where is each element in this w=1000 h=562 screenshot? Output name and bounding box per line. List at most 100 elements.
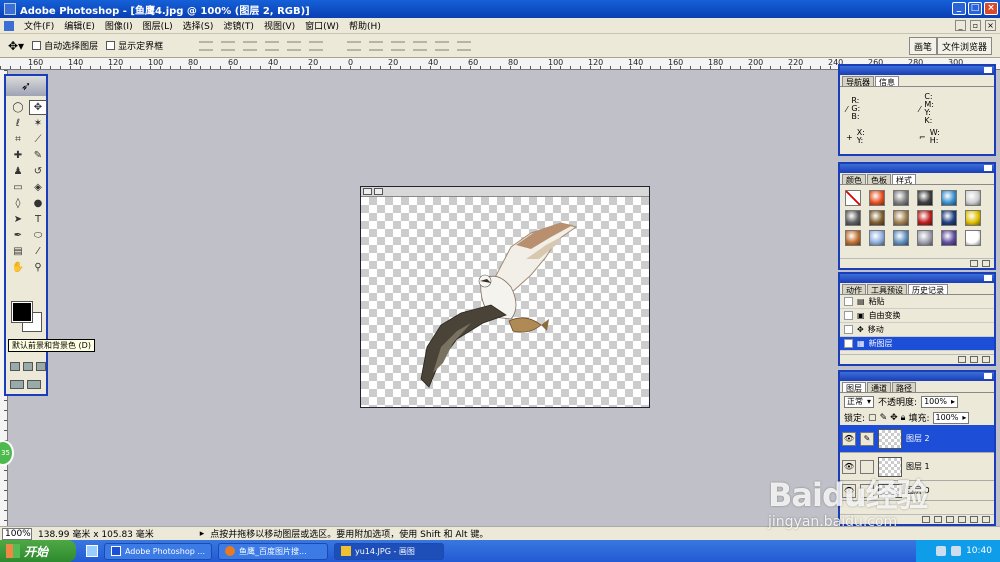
crop-tool-icon[interactable]: ⌗ — [9, 132, 27, 147]
taskbar-photoshop[interactable]: Adobe Photoshop ... — [104, 542, 212, 560]
doc-maximize-icon[interactable] — [374, 188, 383, 195]
quick-launch-icon[interactable] — [86, 545, 98, 557]
document-menu-icon[interactable] — [4, 20, 14, 31]
align-top-icon[interactable] — [199, 40, 214, 51]
standard-mode-icon[interactable] — [10, 362, 20, 371]
menu-view[interactable]: 视图(V) — [264, 19, 295, 32]
show-bounds-checkbox[interactable]: 显示定界框 — [106, 39, 163, 52]
paint-bucket-tool-icon[interactable]: ◈ — [29, 180, 47, 195]
palette-well-brushes[interactable]: 画笔 — [908, 37, 937, 55]
history-brush-tool-icon[interactable]: ↺ — [29, 164, 47, 179]
distribute-middle-icon[interactable] — [369, 40, 384, 51]
clone-stamp-tool-icon[interactable]: ♟ — [9, 164, 27, 179]
style-swatch[interactable] — [941, 190, 957, 206]
style-swatch[interactable] — [845, 210, 861, 226]
tab-navigator[interactable]: 导航器 — [842, 76, 874, 87]
style-swatch[interactable] — [941, 230, 957, 246]
style-swatch[interactable] — [869, 230, 885, 246]
delete-layer-icon[interactable] — [982, 516, 990, 523]
style-swatch[interactable] — [965, 190, 981, 206]
dodge-tool-icon[interactable]: ● — [29, 196, 47, 211]
style-swatch[interactable] — [941, 210, 957, 226]
eraser-tool-icon[interactable]: ▭ — [9, 180, 27, 195]
close-button[interactable]: × — [984, 2, 998, 15]
maximize-button[interactable]: □ — [968, 2, 982, 15]
snapshot-checkbox[interactable] — [844, 339, 853, 348]
palette-well-file-browser[interactable]: 文件浏览器 — [936, 37, 992, 55]
align-center-icon[interactable] — [287, 40, 302, 51]
style-swatch[interactable] — [965, 210, 981, 226]
pen-tool-icon[interactable]: ✒ — [9, 228, 27, 243]
style-swatch[interactable] — [917, 210, 933, 226]
panel-close-icon[interactable] — [984, 275, 992, 281]
tab-tool-presets[interactable]: 工具预设 — [867, 284, 907, 295]
menu-filter[interactable]: 滤镜(T) — [223, 19, 254, 32]
status-arrow-icon[interactable]: ▸ — [200, 529, 205, 539]
history-item[interactable]: ✥ 移动 — [840, 323, 994, 337]
snapshot-checkbox[interactable] — [844, 311, 853, 320]
image-canvas[interactable] — [361, 197, 649, 407]
screen-mode-icon[interactable] — [36, 362, 46, 371]
new-snapshot-icon[interactable] — [970, 356, 978, 363]
lock-all-icon[interactable]: 🔒︎ — [901, 413, 906, 423]
notes-tool-icon[interactable]: ▤ — [9, 244, 27, 259]
style-swatch[interactable] — [893, 230, 909, 246]
panel-close-icon[interactable] — [984, 373, 992, 379]
doc-close-button[interactable]: × — [985, 20, 996, 31]
panel-titlebar[interactable] — [840, 66, 994, 75]
hand-tool-icon[interactable]: ✋ — [9, 260, 27, 275]
tab-paths[interactable]: 路径 — [892, 382, 916, 393]
eye-icon[interactable]: 👁︎ — [842, 431, 856, 446]
shape-tool-icon[interactable]: ⬭ — [29, 228, 47, 243]
menu-edit[interactable]: 编辑(E) — [64, 19, 95, 32]
history-item-selected[interactable]: ▦ 新图层 — [840, 337, 994, 351]
marquee-tool-icon[interactable]: ◯ — [9, 100, 27, 115]
eyedropper-tool-icon[interactable]: ⁄ — [29, 244, 47, 259]
taskbar-browser[interactable]: 鱼鹰_百度图片搜... — [218, 542, 328, 560]
lock-pixels-icon[interactable]: ✎ — [880, 413, 888, 423]
lock-transparency-icon[interactable]: ▢ — [868, 413, 877, 423]
opacity-field[interactable]: 100% ▸ — [921, 395, 958, 408]
new-set-icon[interactable] — [946, 516, 954, 523]
panel-close-icon[interactable] — [984, 165, 992, 171]
path-selection-tool-icon[interactable]: ➤ — [9, 212, 27, 227]
adobe-online-icon[interactable]: ➶ — [21, 79, 31, 93]
distribute-center-icon[interactable] — [435, 40, 450, 51]
snapshot-checkbox[interactable] — [844, 325, 853, 334]
minimize-button[interactable]: _ — [952, 2, 966, 15]
tab-actions[interactable]: 动作 — [842, 284, 866, 295]
magic-wand-tool-icon[interactable]: ✶ — [29, 116, 47, 131]
history-item[interactable]: ▣ 自由变换 — [840, 309, 994, 323]
network-icon[interactable] — [936, 546, 947, 556]
panel-titlebar[interactable] — [840, 274, 994, 283]
style-swatch[interactable] — [965, 230, 981, 246]
panel-titlebar[interactable] — [840, 372, 994, 381]
blend-mode-select[interactable]: 正常 ▾ — [844, 395, 875, 408]
foreground-color-swatch[interactable] — [11, 301, 33, 323]
distribute-bottom-icon[interactable] — [391, 40, 406, 51]
style-swatch[interactable] — [893, 190, 909, 206]
jump-to-imageready-icon[interactable] — [27, 380, 41, 389]
auto-select-layer-checkbox[interactable]: 自动选择图层 — [32, 39, 98, 52]
distribute-right-icon[interactable] — [457, 40, 472, 51]
menu-layer[interactable]: 图层(L) — [143, 19, 173, 32]
align-middle-icon[interactable] — [221, 40, 236, 51]
menu-help[interactable]: 帮助(H) — [349, 19, 381, 32]
healing-brush-tool-icon[interactable]: ✚ — [9, 148, 27, 163]
history-item[interactable]: ▤ 粘贴 — [840, 295, 994, 309]
brush-tool-icon[interactable]: ✎ — [29, 148, 47, 163]
style-swatch[interactable] — [917, 190, 933, 206]
layer-mask-icon[interactable] — [934, 516, 942, 523]
volume-icon[interactable] — [951, 546, 962, 556]
new-style-icon[interactable] — [970, 260, 978, 267]
style-swatch[interactable] — [893, 210, 909, 226]
start-button[interactable]: 开始 — [0, 540, 76, 562]
taskbar-paint[interactable]: yu14.JPG - 画图 — [334, 542, 444, 560]
style-swatch[interactable] — [845, 230, 861, 246]
doc-restore-button[interactable]: ▫ — [970, 20, 981, 31]
layer-name[interactable]: 图层 2 — [906, 433, 930, 444]
zoom-field[interactable]: 100% — [2, 527, 32, 540]
tab-history[interactable]: 历史记录 — [908, 284, 948, 295]
style-swatch[interactable] — [917, 230, 933, 246]
delete-style-icon[interactable] — [982, 260, 990, 267]
